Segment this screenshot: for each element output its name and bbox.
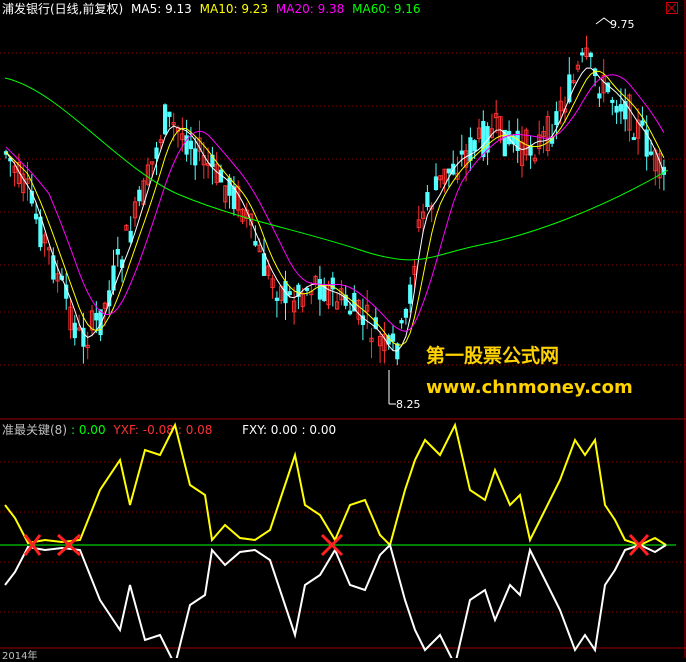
candle-body [618, 104, 623, 112]
candle-body [446, 168, 451, 174]
candle-body [459, 150, 464, 155]
ma60-line [4, 77, 669, 261]
candle-body [481, 120, 486, 158]
candle-body [631, 137, 636, 141]
candle-body [399, 320, 404, 324]
candle-body [115, 248, 120, 255]
candle-body [304, 287, 310, 291]
candle-body [408, 284, 413, 304]
candle-body [94, 312, 99, 321]
candle-body [137, 189, 142, 202]
candle-body [610, 99, 615, 103]
candle-body [597, 93, 602, 99]
high-price-label: 9.75 [610, 18, 635, 31]
candle-body [163, 104, 168, 135]
candle-body [528, 145, 533, 156]
candle-body [403, 308, 408, 318]
candle-body [588, 52, 593, 58]
stock-chart-canvas[interactable] [0, 0, 686, 658]
candle-body [167, 111, 172, 117]
candle-body [554, 111, 559, 126]
candle-body [425, 192, 430, 208]
candle-body [580, 52, 585, 56]
candle-body [614, 105, 619, 113]
watermark-site-name: 第一股票公式网 [426, 345, 560, 367]
candle-body [390, 333, 396, 342]
candle-body [34, 213, 39, 220]
watermark-url: www.chnmoney.com [426, 377, 633, 398]
candle-body [347, 310, 353, 315]
candle-body [472, 140, 477, 152]
yxf-line [4, 422, 667, 547]
candle-body [274, 297, 279, 301]
candle-body [433, 176, 439, 191]
candle-body [193, 148, 198, 166]
candle-body [468, 137, 473, 161]
candle-body [287, 291, 292, 295]
candle-body [188, 140, 194, 150]
candle-body [261, 253, 267, 276]
candle-body [253, 241, 258, 246]
year-axis-label: 2014年 [2, 651, 38, 662]
candle-body [317, 279, 322, 300]
candle-body [38, 216, 43, 248]
candle-body [72, 322, 77, 339]
low-price-label: 8.25 [396, 398, 421, 411]
candle-body [640, 120, 645, 126]
candle-body [154, 147, 159, 159]
candle-body [648, 151, 654, 155]
